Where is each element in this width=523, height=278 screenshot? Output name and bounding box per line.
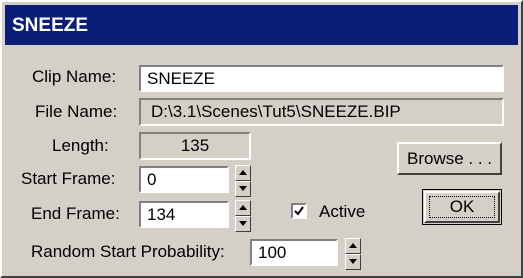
focus-rectangle <box>429 196 495 218</box>
active-checkbox[interactable] <box>291 203 307 219</box>
browse-button-label: Browse . . . <box>406 148 493 168</box>
file-name-value: D:\3.1\Scenes\Tut5\SNEEZE.BIP <box>151 102 401 121</box>
random-start-spinner[interactable] <box>345 238 361 270</box>
clip-name-label: Clip Name: <box>32 67 117 86</box>
clip-name-input[interactable]: SNEEZE <box>139 65 504 92</box>
file-name-field: D:\3.1\Scenes\Tut5\SNEEZE.BIP <box>139 98 504 126</box>
start-frame-down-button[interactable] <box>235 181 251 197</box>
start-frame-spinner[interactable] <box>235 165 251 197</box>
clip-name-value: SNEEZE <box>147 69 216 88</box>
arrow-up-icon <box>239 170 247 175</box>
length-value: 135 <box>180 136 210 155</box>
end-frame-spinner[interactable] <box>235 200 251 232</box>
random-start-value: 100 <box>258 243 287 262</box>
length-field: 135 <box>139 132 251 160</box>
arrow-down-icon <box>239 186 247 191</box>
random-start-down-button[interactable] <box>345 254 361 270</box>
start-frame-label: Start Frame: <box>21 169 116 188</box>
length-label: Length: <box>52 136 109 155</box>
end-frame-up-button[interactable] <box>235 200 251 216</box>
random-start-up-button[interactable] <box>345 238 361 254</box>
arrow-up-icon <box>239 205 247 210</box>
random-start-label: Random Start Probability: <box>31 242 225 261</box>
ok-button[interactable]: OK <box>422 189 502 225</box>
file-name-label: File Name: <box>35 102 118 121</box>
dialog-title: SNEEZE <box>12 15 89 36</box>
browse-button[interactable]: Browse . . . <box>397 142 502 175</box>
arrow-down-icon <box>239 221 247 226</box>
active-label: Active <box>319 202 366 221</box>
arrow-up-icon <box>349 243 357 248</box>
end-frame-down-button[interactable] <box>235 216 251 232</box>
checkmark-icon <box>294 206 304 216</box>
random-start-input[interactable]: 100 <box>250 239 338 266</box>
end-frame-label: End Frame: <box>31 204 120 223</box>
end-frame-input[interactable]: 134 <box>139 201 229 228</box>
end-frame-value: 134 <box>147 205 176 224</box>
start-frame-value: 0 <box>147 170 157 189</box>
arrow-down-icon <box>349 259 357 264</box>
start-frame-input[interactable]: 0 <box>139 166 229 193</box>
dialog-title-bar: SNEEZE <box>5 5 518 45</box>
start-frame-up-button[interactable] <box>235 165 251 181</box>
clip-properties-dialog: SNEEZE Clip Name: SNEEZE File Name: D:\3… <box>0 0 523 278</box>
